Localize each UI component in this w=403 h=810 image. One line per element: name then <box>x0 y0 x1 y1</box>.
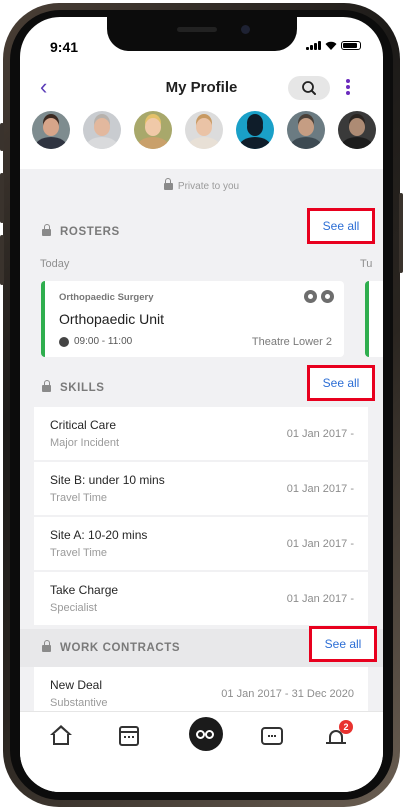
center-action-button[interactable] <box>189 717 223 751</box>
skills-title: SKILLS <box>60 382 105 394</box>
skill-category: Major Incident <box>50 437 120 449</box>
list-item[interactable]: New Deal Substantive 01 Jan 2017 - 31 De… <box>34 667 368 711</box>
app-screen: 9:41 ‹ My Profile Private to you ROSTERS… <box>20 17 383 792</box>
infinity-icon <box>205 730 214 739</box>
battery-icon <box>341 41 361 50</box>
skill-category: Travel Time <box>50 547 108 559</box>
skill-category: Specialist <box>50 602 98 614</box>
phone-side-button <box>0 123 4 151</box>
skills-see-all-link[interactable]: See all <box>307 365 375 401</box>
contract-type: Substantive <box>50 697 108 709</box>
more-options-button[interactable] <box>343 77 353 99</box>
avatar[interactable] <box>287 111 325 149</box>
notification-badge: 2 <box>339 720 353 734</box>
roster-day-today: Today <box>40 258 70 270</box>
skill-category: Travel Time <box>50 492 108 504</box>
team-avatars <box>32 111 376 149</box>
speaker-grille <box>177 27 217 32</box>
infinity-icon <box>196 730 205 739</box>
skill-date: 01 Jan 2017 - <box>286 483 354 495</box>
roster-location: Theatre Lower 2 <box>251 336 332 348</box>
home-icon[interactable] <box>47 722 75 750</box>
contracts-title: WORK CONTRACTS <box>60 642 181 654</box>
list-item[interactable]: Take Charge Specialist 01 Jan 2017 - <box>34 572 368 625</box>
front-camera <box>241 25 250 34</box>
roster-card-next[interactable] <box>365 281 383 357</box>
skill-date: 01 Jan 2017 - <box>286 593 354 605</box>
search-button[interactable] <box>288 76 330 100</box>
skill-name: Site A: 10-20 mins <box>50 528 148 542</box>
clock-icon <box>59 337 69 347</box>
avatar[interactable] <box>32 111 70 149</box>
status-icons <box>306 41 361 50</box>
contracts-list: New Deal Substantive 01 Jan 2017 - 31 De… <box>34 667 368 711</box>
avatar[interactable] <box>236 111 274 149</box>
phone-volume-up-button <box>0 173 4 223</box>
avatar[interactable] <box>338 111 376 149</box>
phone-power-button <box>399 193 403 273</box>
star-icon <box>321 290 334 303</box>
list-item[interactable]: Critical Care Major Incident 01 Jan 2017… <box>34 407 368 460</box>
lock-icon <box>42 224 51 236</box>
contracts-see-all-link[interactable]: See all <box>309 626 377 662</box>
roster-card-icons <box>304 290 334 303</box>
skill-name: Critical Care <box>50 418 117 432</box>
skill-date: 01 Jan 2017 - <box>286 428 354 440</box>
roster-day-next: Tu <box>360 258 373 270</box>
skill-name: Take Charge <box>50 583 119 597</box>
home-indicator-area <box>20 761 383 792</box>
rosters-see-all-link[interactable]: See all <box>307 208 375 244</box>
skills-list: Critical Care Major Incident 01 Jan 2017… <box>34 407 368 627</box>
avatar[interactable] <box>134 111 172 149</box>
list-item[interactable]: Site B: under 10 mins Travel Time 01 Jan… <box>34 462 368 515</box>
calendar-icon[interactable] <box>119 726 139 746</box>
roster-time: 09:00 - 11:00 <box>74 336 133 347</box>
phone-volume-down-button <box>0 235 4 285</box>
bell-icon[interactable]: 2 <box>325 720 353 750</box>
lock-icon <box>163 178 173 190</box>
skill-date: 01 Jan 2017 - <box>286 538 354 550</box>
clock-icon <box>304 290 317 303</box>
private-notice: Private to you <box>20 178 383 192</box>
phone-notch <box>107 17 297 51</box>
contract-name: New Deal <box>50 678 103 692</box>
signal-icon <box>306 41 321 50</box>
list-item[interactable]: Site A: 10-20 mins Travel Time 01 Jan 20… <box>34 517 368 570</box>
private-label: Private to you <box>177 181 240 192</box>
header: ‹ My Profile <box>20 73 383 105</box>
wifi-icon <box>325 41 337 50</box>
search-icon <box>302 81 316 95</box>
avatar[interactable] <box>83 111 121 149</box>
status-time: 9:41 <box>50 39 79 55</box>
roster-unit: Orthopaedic Unit <box>59 311 165 327</box>
rosters-title: ROSTERS <box>60 226 120 238</box>
roster-department: Orthopaedic Surgery <box>59 292 154 303</box>
skill-name: Site B: under 10 mins <box>50 473 165 487</box>
profile-content: Private to you ROSTERS See all Today Tu … <box>20 169 383 711</box>
lock-icon <box>42 380 51 392</box>
chat-icon[interactable] <box>261 727 283 745</box>
lock-icon <box>42 640 51 652</box>
avatar[interactable] <box>185 111 223 149</box>
bottom-tab-bar: 2 <box>20 711 383 761</box>
contract-dates: 01 Jan 2017 - 31 Dec 2020 <box>221 688 354 700</box>
roster-card[interactable]: Orthopaedic Surgery Orthopaedic Unit 09:… <box>41 281 344 357</box>
